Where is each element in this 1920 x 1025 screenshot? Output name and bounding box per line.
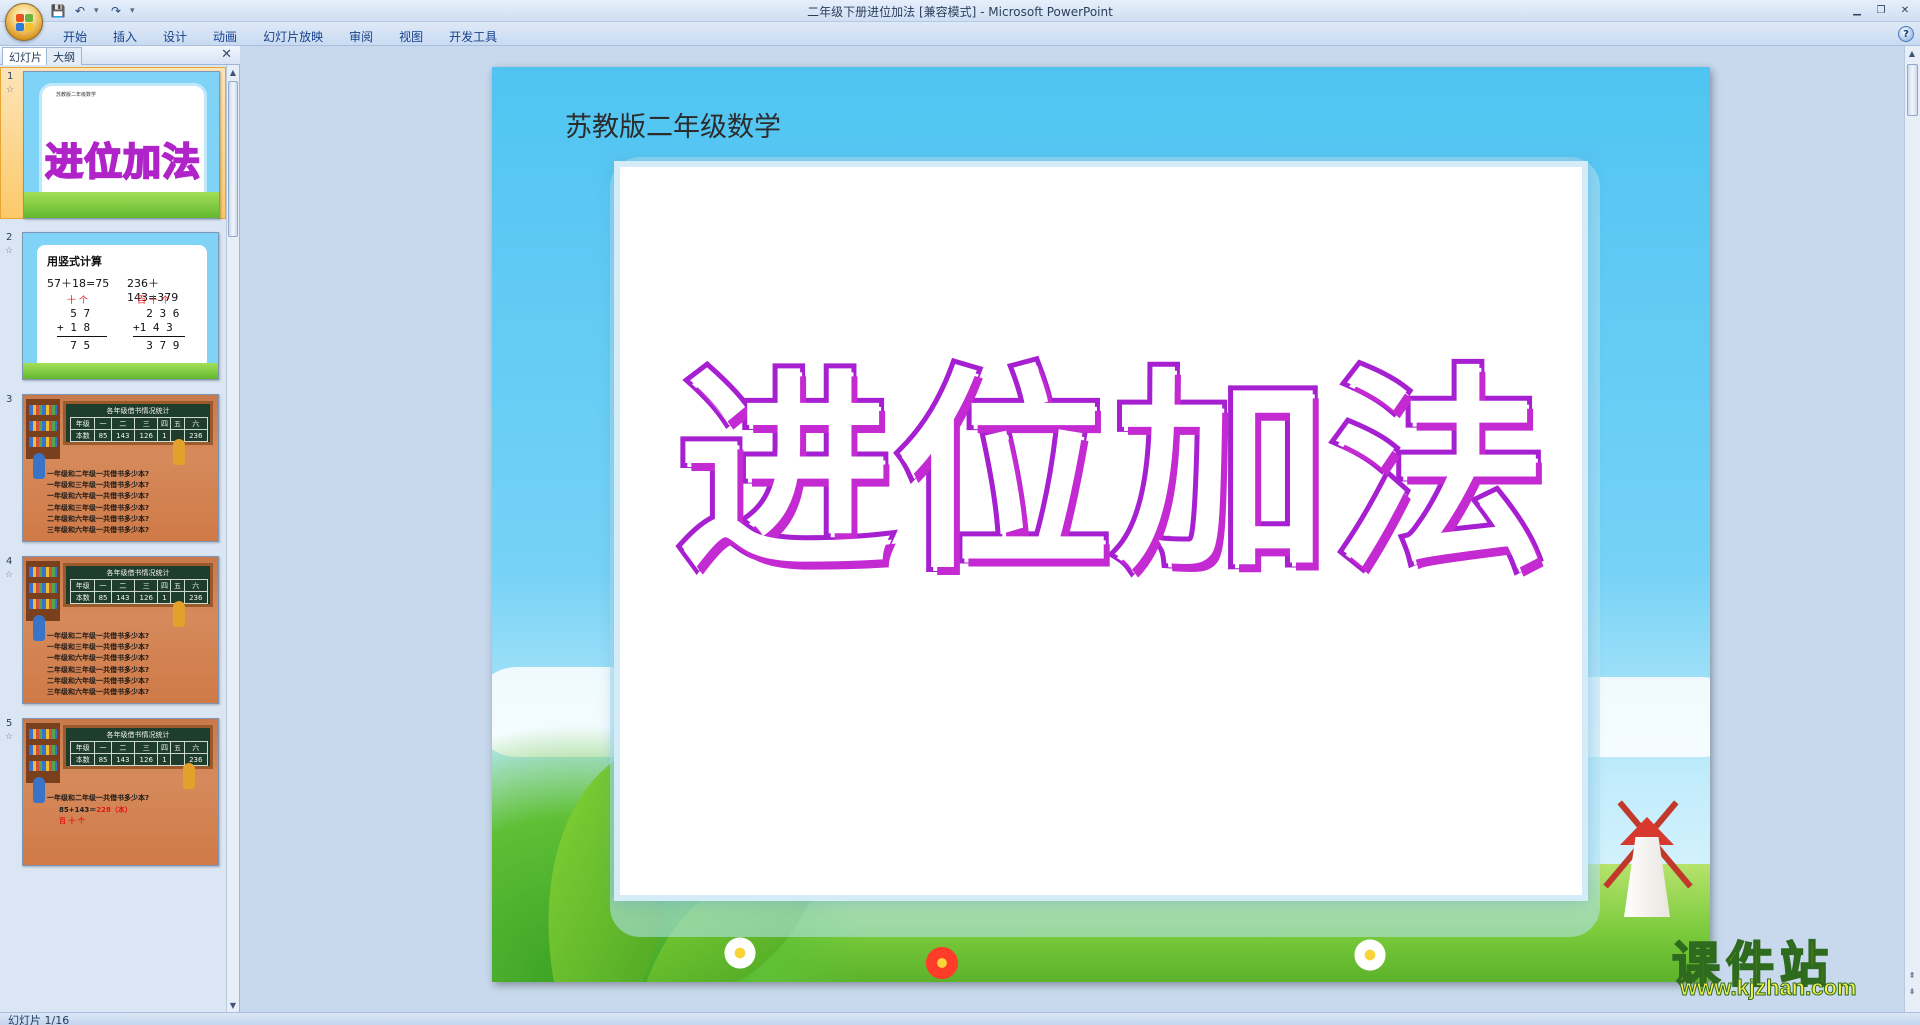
pane-close-icon[interactable]: ✕: [221, 47, 232, 62]
windmill-decoration: [1602, 767, 1693, 927]
slides-pane: 幻灯片 大纲 ✕ 1 ☆ 苏教版二年级数学 进位加法 2 ☆ 用竖式计算 57＋…: [0, 46, 240, 1012]
thumbnail-number: 5: [6, 718, 13, 729]
title-bar: 💾 ↶ ▾ ↷ ▾ 二年级下册进位加法 [兼容模式] - Microsoft P…: [0, 0, 1920, 41]
tab-design[interactable]: 设计: [150, 25, 200, 48]
current-slide[interactable]: 苏教版二年级数学 进位加法: [492, 67, 1710, 982]
bookshelf-icon: [26, 723, 60, 783]
tab-home[interactable]: 开始: [50, 25, 100, 48]
thumbnail-number: 3: [6, 394, 13, 405]
thumb-grass: [23, 363, 218, 379]
thumbnail-slide-5[interactable]: 各年级借书情况统计 年级 一 二 三 四 五 六 本数 85 143 126 1…: [22, 718, 219, 866]
tab-slideshow[interactable]: 幻灯片放映: [250, 25, 336, 48]
slide-subtitle[interactable]: 苏教版二年级数学: [565, 105, 781, 144]
watermark-url: www.kjzhan.com: [1679, 975, 1857, 1001]
tab-view[interactable]: 视图: [386, 25, 436, 48]
boy-figure-icon: [33, 453, 45, 479]
thumbnail-slide-1[interactable]: 苏教版二年级数学 进位加法: [23, 71, 220, 219]
thumb-white-panel: 苏教版二年级数学 进位加法: [42, 86, 204, 206]
thumb-blackboard: 各年级借书情况统计 年级 一 二 三 四 五 六 本数 85 143 126 1…: [63, 401, 213, 445]
editor-scrollbar[interactable]: ▲ ⇞ ⇟: [1904, 46, 1920, 1012]
thumbnail-slide-4[interactable]: 各年级借书情况统计 年级 一 二 三 四 五 六 本数 85 143 126 1…: [22, 556, 219, 704]
thumb-answer: 85+143＝228（本）: [59, 806, 132, 814]
thumb-title: 进位加法: [44, 139, 201, 185]
thumbnail-row-4[interactable]: 4 ☆ 各年级借书情况统计 年级 一 二 三 四 五 六 本数 85 143 1…: [0, 553, 226, 705]
slide-counter: 幻灯片 1/16: [8, 1014, 70, 1025]
thumbnail-slide-2[interactable]: 用竖式计算 57＋18=75 236＋143=379 十 个 百 十 个 5 7…: [22, 232, 219, 380]
girl-figure-icon: [183, 763, 195, 789]
tab-outline[interactable]: 大纲: [46, 47, 82, 65]
thumbnail-list: 1 ☆ 苏教版二年级数学 进位加法 2 ☆ 用竖式计算 57＋18=75 236…: [0, 65, 226, 1012]
flower-decoration: [722, 935, 758, 971]
close-icon[interactable]: ✕: [1894, 2, 1916, 18]
thumbnail-scrollbar[interactable]: ▲ ▼: [226, 65, 239, 1012]
tab-insert[interactable]: 插入: [100, 25, 150, 48]
animation-star-icon: ☆: [5, 246, 14, 256]
girl-figure-icon: [173, 439, 185, 465]
tab-developer[interactable]: 开发工具: [436, 25, 510, 48]
thumb-title: 用竖式计算: [47, 255, 102, 268]
flower-decoration: [924, 945, 960, 981]
flower-decoration: [1352, 937, 1388, 973]
thumb-underline-1: [57, 336, 107, 337]
scroll-thumb[interactable]: [1907, 64, 1918, 116]
scroll-down-icon[interactable]: ▼: [227, 998, 239, 1012]
ribbon: 开始 插入 设计 动画 幻灯片放映 审阅 视图 开发工具 ?: [0, 22, 1920, 46]
thumb-blackboard: 各年级借书情况统计 年级 一 二 三 四 五 六 本数 85 143 126 1…: [63, 563, 213, 607]
thumbnail-row-5[interactable]: 5 ☆ 各年级借书情况统计 年级 一 二 三 四 五 六 本数 85 143 1…: [0, 715, 226, 867]
thumb-subtitle: 苏教版二年级数学: [56, 92, 97, 98]
thumb-stats-table: 年级 一 二 三 四 五 六 本数 85 143 126 1 236: [69, 417, 209, 442]
thumb-place-labels-1: 十 个: [67, 296, 88, 306]
window-controls: ▁ ❐ ✕: [1846, 2, 1916, 18]
pane-tabs: 幻灯片 大纲 ✕: [0, 46, 240, 65]
scroll-up-icon[interactable]: ▲: [1906, 46, 1918, 60]
thumbnail-slide-3[interactable]: 各年级借书情况统计 年级 一 二 三 四 五 六 本数 85 143 126 1…: [22, 394, 219, 542]
status-bar: 幻灯片 1/16: [0, 1012, 1920, 1025]
tab-review[interactable]: 审阅: [336, 25, 386, 48]
bookshelf-icon: [26, 399, 60, 459]
scroll-up-icon[interactable]: ▲: [227, 65, 239, 79]
bookshelf-icon: [26, 561, 60, 621]
thumb-underline-2: [133, 336, 185, 337]
slide-title[interactable]: 进位加法: [673, 362, 1554, 586]
window-title: 二年级下册进位加法 [兼容模式] - Microsoft PowerPoint: [807, 5, 1113, 19]
thumb-vertical-calc-1: 5 7 + 1 8 7 5: [57, 307, 91, 352]
thumbnail-number: 2: [6, 232, 13, 243]
animation-star-icon: ☆: [6, 85, 15, 95]
ribbon-tabs: 开始 插入 设计 动画 幻灯片放映 审阅 视图 开发工具: [50, 25, 510, 48]
thumbnail-row-1[interactable]: 1 ☆ 苏教版二年级数学 进位加法: [0, 67, 226, 219]
tab-animations[interactable]: 动画: [200, 25, 250, 48]
thumb-white-panel: 用竖式计算 57＋18=75 236＋143=379 十 个 百 十 个 5 7…: [37, 245, 207, 369]
thumbnail-number: 1: [7, 71, 14, 82]
tab-slides[interactable]: 幻灯片: [2, 47, 49, 65]
thumb-stats-table: 年级 一 二 三 四 五 六 本数 85 143 126 1 236: [69, 579, 209, 604]
minimize-icon[interactable]: ▁: [1846, 2, 1868, 18]
office-button[interactable]: [5, 3, 43, 41]
thumbnail-number: 4: [6, 556, 13, 567]
animation-star-icon: ☆: [5, 732, 14, 742]
girl-figure-icon: [173, 601, 185, 627]
help-icon[interactable]: ?: [1898, 26, 1914, 42]
scroll-thumb[interactable]: [228, 81, 238, 237]
boy-figure-icon: [33, 777, 45, 803]
thumbnail-row-2[interactable]: 2 ☆ 用竖式计算 57＋18=75 236＋143=379 十 个 百 十 个…: [0, 229, 226, 381]
office-logo-icon: [16, 14, 34, 32]
thumb-equation-1: 57＋18=75: [47, 277, 110, 290]
boy-figure-icon: [33, 615, 45, 641]
site-watermark: 课件站 www.kjzhan.com: [1671, 925, 1904, 1003]
thumbnail-row-3[interactable]: 3 各年级借书情况统计 年级 一 二 三 四 五 六 本数 85 143 126…: [0, 391, 226, 543]
previous-slide-icon[interactable]: ⇞: [1906, 968, 1918, 982]
restore-icon[interactable]: ❐: [1870, 2, 1892, 18]
thumb-grass: [24, 192, 219, 218]
thumb-place-labels-2: 百 十 个: [137, 296, 170, 306]
animation-star-icon: ☆: [5, 570, 14, 580]
thumb-vertical-calc-2: 2 3 6 +1 4 3 3 7 9: [133, 307, 180, 352]
next-slide-icon[interactable]: ⇟: [1906, 984, 1918, 998]
